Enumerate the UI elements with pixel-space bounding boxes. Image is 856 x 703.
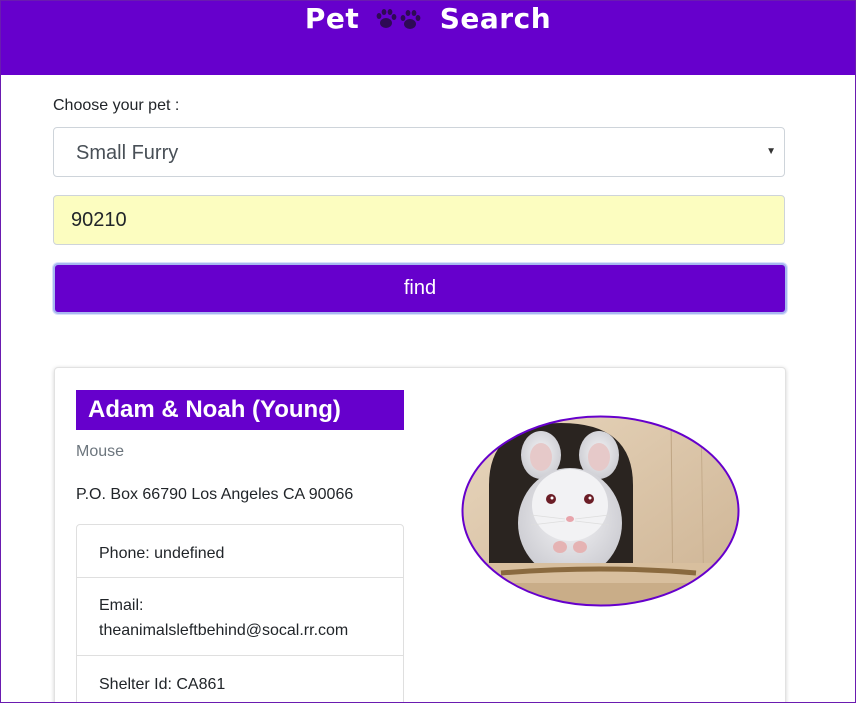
shelter-address: P.O. Box 66790 Los Angeles CA 90066: [76, 486, 354, 503]
list-item-email: Email: theanimalsleftbehind@socal.rr.com: [77, 578, 403, 656]
pet-result-card: Adam & Noah (Young) Mouse P.O. Box 66790…: [54, 367, 786, 702]
zip-code-input[interactable]: [53, 195, 785, 245]
list-item-phone: Phone: undefined: [77, 525, 403, 578]
pet-photo: [461, 415, 740, 607]
contact-list: Phone: undefined Email: theanimalsleftbe…: [76, 524, 404, 702]
paw-prints-icon: [374, 5, 426, 41]
choose-pet-label: Choose your pet :: [53, 97, 180, 114]
brand-text-right: Search: [439, 2, 552, 35]
pet-type-selected-value: Small Furry: [76, 142, 179, 164]
pet-species: Mouse: [76, 443, 125, 460]
list-item-shelter-id: Shelter Id: CA861: [99, 676, 226, 693]
pet-name-heading: Adam & Noah (Young): [76, 390, 404, 430]
brand-text-left: Pet: [304, 2, 360, 35]
pet-type-select[interactable]: Small Furry ▼: [53, 127, 785, 177]
email-value: theanimalsleftbehind@socal.rr.com: [99, 622, 349, 639]
app-frame: Pet Search Choose your pet: Small Furry…: [0, 0, 856, 703]
chevron-down-icon: ▼: [766, 146, 776, 157]
header-bar: Pet Search: [1, 1, 855, 75]
find-button[interactable]: find: [53, 263, 787, 314]
email-label: Email:: [99, 597, 144, 614]
brand-logo: Pet Search: [1, 1, 855, 41]
